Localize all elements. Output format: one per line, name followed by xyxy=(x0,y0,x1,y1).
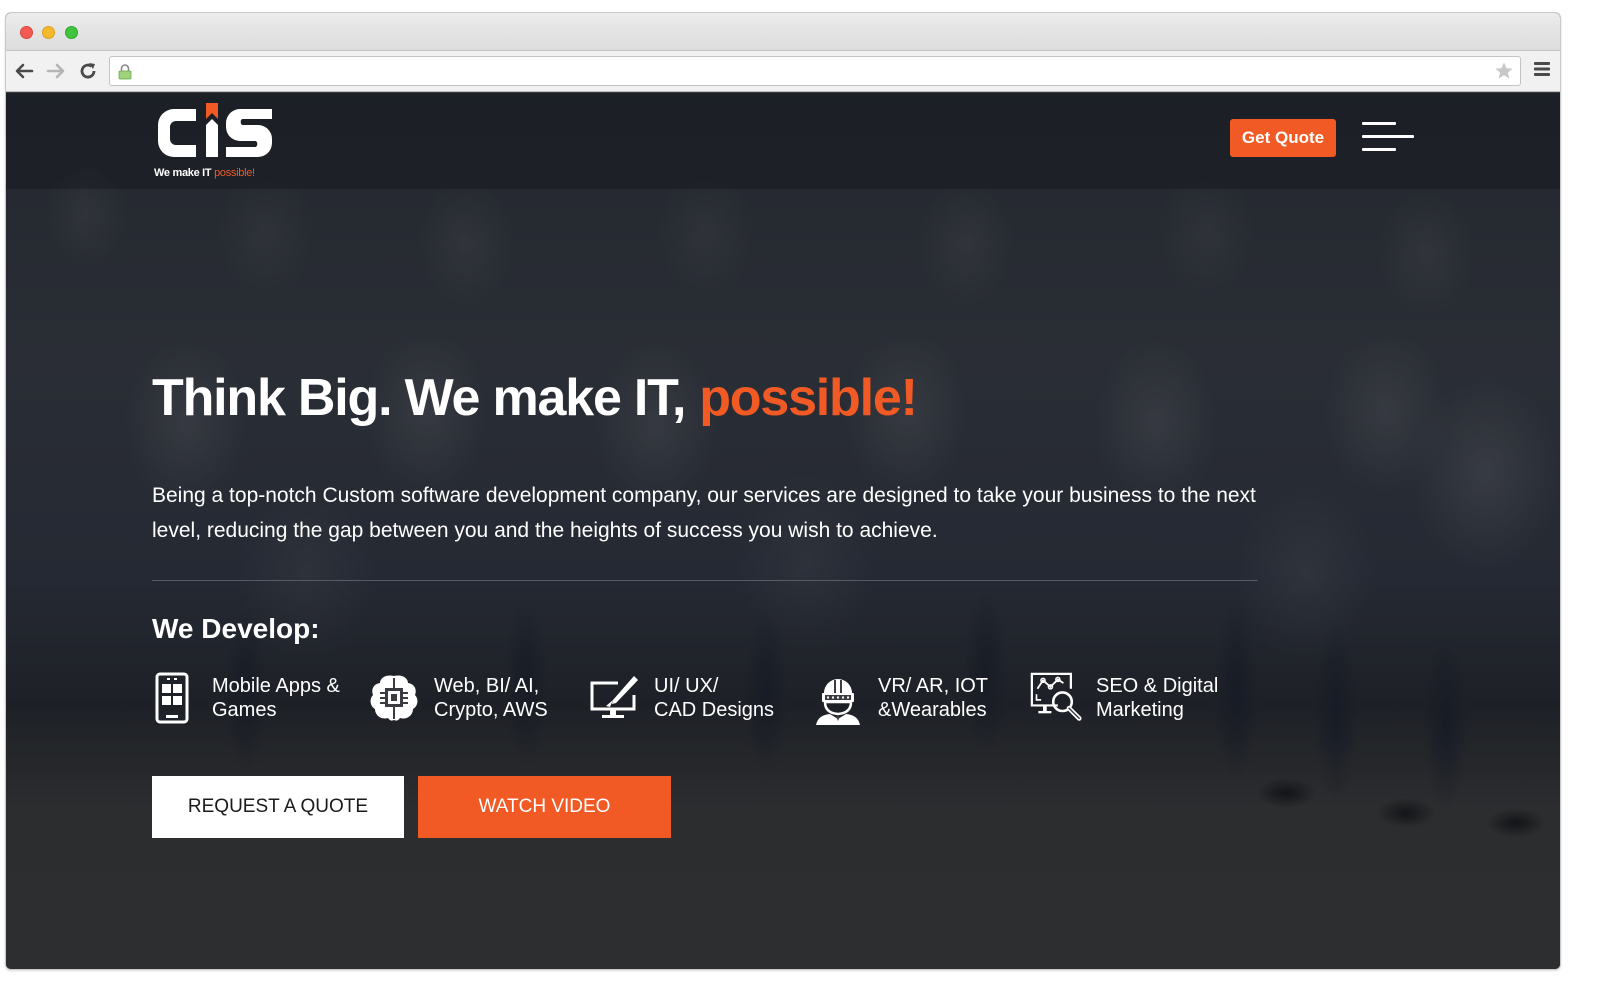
browser-menu-button[interactable] xyxy=(1534,61,1550,82)
cis-logo-mark xyxy=(158,103,272,157)
back-button[interactable] xyxy=(12,59,36,83)
service-vr-ar-iot[interactable]: VR/ AR, IOT &Wearables xyxy=(812,668,988,728)
site-header: We make IT possible! Get Quote xyxy=(6,93,1560,189)
site-menu-button[interactable] xyxy=(1362,122,1414,154)
ai-brain-chip-icon xyxy=(368,672,420,724)
service-label-line1: Web, BI/ AI, xyxy=(434,675,540,697)
we-develop-heading: We Develop: xyxy=(152,613,320,644)
logo-tagline: We make IT possible! xyxy=(154,167,255,179)
service-label-line1: SEO & Digital xyxy=(1096,675,1219,697)
lock-icon xyxy=(118,64,132,80)
service-web-ai[interactable]: Web, BI/ AI, Crypto, AWS xyxy=(368,668,548,728)
service-mobile-apps[interactable]: Mobile Apps & Games xyxy=(146,668,340,728)
mobile-app-icon xyxy=(146,672,198,724)
watch-video-button[interactable]: WATCH VIDEO xyxy=(418,776,671,838)
hamburger-menu-icon xyxy=(1534,62,1550,76)
hamburger-menu-icon xyxy=(1362,122,1396,125)
get-quote-button[interactable]: Get Quote xyxy=(1230,119,1336,157)
section-divider xyxy=(152,580,1258,581)
reload-icon xyxy=(80,63,96,79)
reload-button[interactable] xyxy=(76,59,100,83)
service-label-line2: Games xyxy=(212,699,277,721)
service-label-line2: &Wearables xyxy=(878,699,987,721)
address-bar[interactable] xyxy=(109,56,1521,86)
hero-lead-text: Being a top-notch Custom software develo… xyxy=(152,484,1256,542)
service-label-line1: VR/ AR, IOT xyxy=(878,675,989,697)
close-window-button[interactable] xyxy=(20,26,33,39)
star-icon[interactable] xyxy=(1494,61,1514,81)
browser-window: We make IT possible! Get Quote Think Big… xyxy=(5,12,1561,970)
service-seo-marketing[interactable]: SEO & Digital Marketing xyxy=(1030,668,1218,728)
service-label-line2: CAD Designs xyxy=(654,699,775,721)
minimize-window-button[interactable] xyxy=(42,26,55,39)
vr-headset-person-icon xyxy=(812,672,864,725)
service-ui-ux-cad[interactable]: UI/ UX/CAD Designs xyxy=(588,668,774,728)
page-viewport: We make IT possible! Get Quote Think Big… xyxy=(6,93,1560,969)
forward-button[interactable] xyxy=(44,59,68,83)
service-label-line1: UI/ UX/ xyxy=(654,675,719,697)
request-quote-button[interactable]: REQUEST A QUOTE xyxy=(152,776,404,838)
arrow-right-icon xyxy=(46,63,65,79)
browser-toolbar xyxy=(6,51,1560,92)
service-label-line2: Crypto, AWS xyxy=(434,699,548,721)
cis-logo[interactable]: We make IT possible! xyxy=(152,101,276,181)
maximize-window-button[interactable] xyxy=(65,26,78,39)
service-label-line1: Mobile Apps & xyxy=(212,675,340,697)
hero-headline: Think Big. We make IT, possible! xyxy=(152,369,918,427)
seo-analytics-magnifier-icon xyxy=(1030,672,1082,724)
monitor-pen-icon xyxy=(588,672,640,724)
title-bar xyxy=(6,13,1560,51)
arrow-left-icon xyxy=(15,63,34,79)
service-label-line2: Marketing xyxy=(1096,699,1184,721)
